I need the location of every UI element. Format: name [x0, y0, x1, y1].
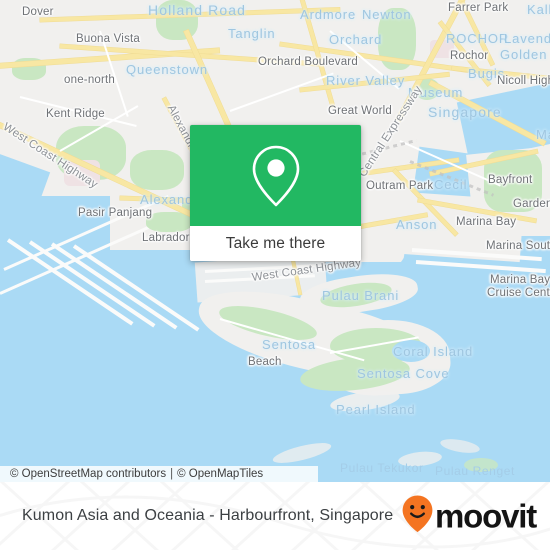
take-me-there-button[interactable]: Take me there — [190, 226, 361, 261]
moovit-map-screenshot: Dover Holland Road Ardmore Newton Farrer Par… — [0, 0, 550, 550]
moovit-smiley-pin-icon — [401, 495, 434, 538]
map-pin-icon — [250, 144, 302, 208]
map-attribution-bar: © OpenStreetMap contributors | © OpenMap… — [0, 466, 318, 482]
popup-header — [190, 125, 361, 226]
page-title: Kumon Asia and Oceania - Harbourfront, S… — [22, 507, 394, 524]
moovit-wordmark: moovit — [435, 497, 537, 535]
attribution-separator: | — [170, 468, 174, 480]
moovit-brand-logo[interactable]: moovit — [401, 495, 537, 538]
park-hort-park — [130, 150, 184, 190]
map-canvas[interactable]: Dover Holland Road Ardmore Newton Farrer Par… — [0, 0, 550, 482]
water-sentosa-cove-lagoon — [392, 340, 430, 362]
park-botanic-gardens — [156, 0, 198, 40]
openmaptiles-attribution-link[interactable]: © OpenMapTiles — [177, 468, 263, 480]
footer-bar: Kumon Asia and Oceania - Harbourfront, S… — [0, 482, 550, 550]
location-popup-card[interactable]: Take me there — [190, 125, 361, 261]
park-pulau-renget — [464, 458, 498, 472]
osm-attribution-link[interactable]: © OpenStreetMap contributors — [10, 468, 166, 480]
